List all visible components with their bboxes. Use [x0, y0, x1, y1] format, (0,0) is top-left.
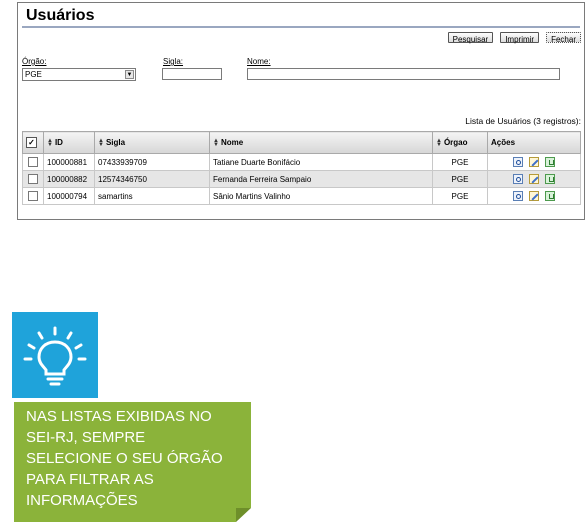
column-label: Sigla	[105, 138, 126, 147]
cell-id: 100000881	[43, 153, 95, 171]
column-header-orgao[interactable]: ▲ ▼ Órgao	[432, 131, 488, 154]
toolbar: Pesquisar Imprimir Fechar	[447, 32, 581, 44]
table-row: 100000794 samartins Sânio Martins Valinh…	[22, 187, 581, 205]
delete-icon[interactable]	[545, 191, 555, 201]
sigla-label: Sigla:	[163, 57, 184, 66]
users-table: ✓ ▲ ▼ ID ▲ ▼ Sigla ▲ ▼ Nome ▲ ▼ Órgao Ações	[22, 131, 581, 205]
orgao-label: Órgão:	[22, 57, 47, 66]
sort-icon[interactable]: ▲ ▼	[47, 138, 53, 148]
delete-icon[interactable]	[545, 174, 555, 184]
row-select-cell	[22, 153, 44, 171]
column-label: ID	[54, 138, 63, 147]
cell-id: 100000794	[43, 187, 95, 205]
cell-orgao: PGE	[432, 170, 488, 188]
sort-icon[interactable]: ▲ ▼	[213, 138, 219, 148]
delete-icon[interactable]	[545, 157, 555, 167]
column-label: Órgao	[443, 138, 468, 147]
nome-label: Nome:	[247, 57, 271, 66]
cell-nome: Tatiane Duarte Bonifácio	[209, 153, 433, 171]
sort-icon[interactable]: ▲ ▼	[98, 138, 104, 148]
cell-nome: Fernanda Ferreira Sampaio	[209, 170, 433, 188]
cell-orgao: PGE	[432, 153, 488, 171]
tip-accent-line	[12, 402, 14, 522]
table-header-row: ✓ ▲ ▼ ID ▲ ▼ Sigla ▲ ▼ Nome ▲ ▼ Órgao Ações	[22, 131, 581, 154]
search-button[interactable]: Pesquisar	[447, 32, 494, 44]
nome-input[interactable]	[247, 68, 560, 80]
table-row: 100000882 12574346750 Fernanda Ferreira …	[22, 170, 581, 188]
edit-icon[interactable]	[529, 191, 539, 201]
sigla-input[interactable]	[162, 68, 222, 80]
orgao-select[interactable]: PGE ▼	[22, 68, 136, 81]
select-all-checkbox[interactable]: ✓	[26, 137, 37, 148]
cell-nome: Sânio Martins Valinho	[209, 187, 433, 205]
row-select-cell	[22, 187, 44, 205]
cell-sigla: 07433939709	[94, 153, 210, 171]
tip-text-line: INFORMAÇÕES	[26, 492, 138, 509]
edit-icon[interactable]	[529, 174, 539, 184]
orgao-select-value: PGE	[25, 70, 42, 79]
column-header-acoes: Ações	[487, 131, 581, 154]
tip-icon-box	[12, 312, 98, 398]
tip-text-line: PARA FILTRAR AS	[26, 471, 154, 488]
tip-text-line: NAS LISTAS EXIBIDAS NO	[26, 408, 212, 425]
tip-text-line: SEI-RJ, SEMPRE	[26, 429, 146, 446]
tip-callout: NAS LISTAS EXIBIDAS NO SEI-RJ, SEMPRE SE…	[12, 402, 251, 522]
column-label: Nome	[220, 138, 244, 147]
column-header-sigla[interactable]: ▲ ▼ Sigla	[94, 131, 210, 154]
cell-acoes	[487, 170, 581, 188]
close-button[interactable]: Fechar	[546, 32, 581, 44]
table-row: 100000881 07433939709 Tatiane Duarte Bon…	[22, 153, 581, 171]
view-icon[interactable]	[513, 174, 523, 184]
tip-folded-corner	[236, 508, 251, 522]
users-window: Usuários Pesquisar Imprimir Fechar Órgão…	[17, 2, 585, 220]
select-all-header: ✓	[22, 131, 44, 154]
column-header-nome[interactable]: ▲ ▼ Nome	[209, 131, 433, 154]
sort-icon[interactable]: ▲ ▼	[436, 138, 442, 148]
row-checkbox[interactable]	[28, 157, 38, 167]
row-select-cell	[22, 170, 44, 188]
lightbulb-icon	[23, 326, 87, 386]
cell-acoes	[487, 187, 581, 205]
cell-acoes	[487, 153, 581, 171]
column-label: Ações	[491, 138, 516, 147]
edit-icon[interactable]	[529, 157, 539, 167]
chevron-down-icon[interactable]: ▼	[125, 70, 134, 79]
row-checkbox[interactable]	[28, 174, 38, 184]
column-header-id[interactable]: ▲ ▼ ID	[43, 131, 95, 154]
cell-sigla: samartins	[94, 187, 210, 205]
title-divider	[22, 26, 580, 28]
tip-text-line: SELECIONE O SEU ÓRGÃO	[26, 450, 223, 467]
view-icon[interactable]	[513, 191, 523, 201]
cell-sigla: 12574346750	[94, 170, 210, 188]
view-icon[interactable]	[513, 157, 523, 167]
list-caption: Lista de Usuários (3 registros):	[465, 116, 581, 126]
print-button[interactable]: Imprimir	[500, 32, 540, 44]
row-checkbox[interactable]	[28, 191, 38, 201]
cell-id: 100000882	[43, 170, 95, 188]
page-title: Usuários	[26, 7, 95, 24]
cell-orgao: PGE	[432, 187, 488, 205]
